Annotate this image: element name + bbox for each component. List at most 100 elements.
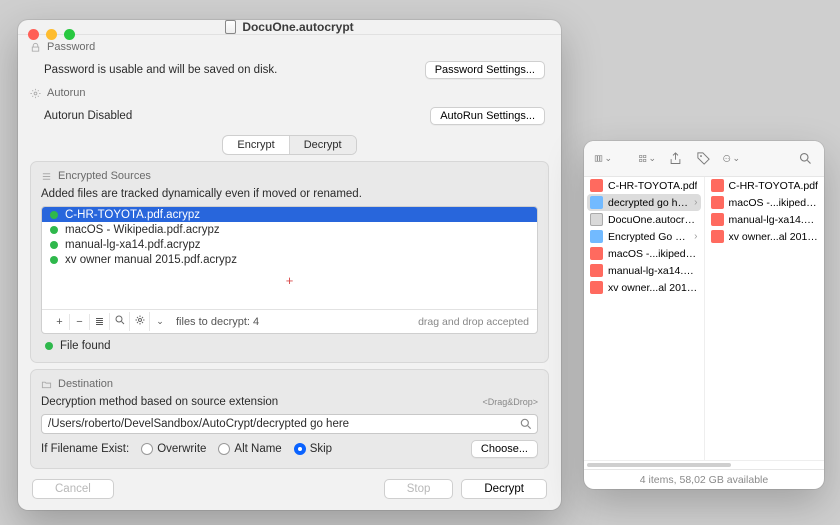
destination-label: Destination bbox=[41, 378, 538, 390]
finder-column-2[interactable]: C-HR-TOYOTA.pdfmacOS -...ikipedia.pdfman… bbox=[705, 177, 825, 460]
columns-icon bbox=[594, 151, 603, 166]
pdf-icon bbox=[590, 264, 603, 277]
finder-item[interactable]: manual-lg-xa14.pdf bbox=[584, 262, 704, 279]
mode-segmented-control[interactable]: Encrypt Decrypt bbox=[222, 135, 356, 155]
autorun-status: Autorun Disabled bbox=[44, 110, 132, 122]
pdf-icon bbox=[711, 230, 724, 243]
password-status: Password is usable and will be saved on … bbox=[44, 64, 277, 76]
finder-item[interactable]: C-HR-TOYOTA.pdf bbox=[705, 177, 825, 194]
cancel-button[interactable]: Cancel bbox=[32, 479, 114, 499]
gear-icon bbox=[134, 314, 146, 326]
grid-icon bbox=[638, 151, 647, 166]
horizontal-scrollbar[interactable] bbox=[584, 460, 824, 469]
status-dot-icon bbox=[50, 226, 58, 234]
dnd-hint: drag and drop accepted bbox=[418, 316, 529, 328]
minimize-window-button[interactable] bbox=[46, 29, 57, 40]
file-row[interactable]: C-HR-TOYOTA.pdf.acrypz bbox=[42, 207, 537, 222]
sources-label: Encrypted Sources bbox=[41, 170, 538, 182]
stop-button[interactable]: Stop bbox=[384, 479, 454, 499]
autorun-settings-button[interactable]: AutoRun Settings... bbox=[430, 107, 545, 125]
finder-item[interactable]: macOS -...ikipedia.pdf bbox=[584, 245, 704, 262]
file-count-label: files to decrypt: 4 bbox=[176, 316, 259, 328]
tab-encrypt[interactable]: Encrypt bbox=[223, 136, 288, 154]
gear-icon bbox=[30, 88, 41, 99]
folder-icon bbox=[41, 379, 52, 390]
file-found-label: File found bbox=[60, 340, 111, 352]
status-dot-icon bbox=[50, 256, 58, 264]
overwrite-radio[interactable]: Overwrite bbox=[141, 443, 206, 455]
finder-item[interactable]: decrypted go here› bbox=[587, 194, 701, 211]
status-dot-icon bbox=[45, 342, 53, 350]
finder-item[interactable]: xv owner...al 2015.pdf bbox=[705, 228, 825, 245]
file-row[interactable]: macOS - Wikipedia.pdf.acrypz bbox=[42, 222, 537, 237]
finder-status-bar: 4 items, 58,02 GB available bbox=[584, 469, 824, 489]
add-placeholder-icon: + bbox=[42, 267, 537, 290]
file-row[interactable]: manual-lg-xa14.pdf.acrypz bbox=[42, 237, 537, 252]
pdf-icon bbox=[590, 247, 603, 260]
status-dot-icon bbox=[50, 241, 58, 249]
finder-item[interactable]: DocuOne.autocrypt bbox=[584, 211, 704, 228]
columns-view-button[interactable]: ⌄ bbox=[594, 150, 612, 168]
close-window-button[interactable] bbox=[28, 29, 39, 40]
finder-column-1[interactable]: C-HR-TOYOTA.pdfdecrypted go here›DocuOne… bbox=[584, 177, 705, 460]
finder-item[interactable]: xv owner...al 2015.pdf bbox=[584, 279, 704, 296]
autorun-section-label: Autorun bbox=[30, 87, 549, 99]
choose-button[interactable]: Choose... bbox=[471, 440, 538, 458]
titlebar: DocuOne.autocrypt bbox=[18, 20, 561, 35]
file-list[interactable]: C-HR-TOYOTA.pdf.acrypz macOS - Wikipedia… bbox=[41, 206, 538, 334]
chevron-right-icon: › bbox=[694, 231, 697, 242]
add-file-button[interactable]: + bbox=[50, 314, 70, 330]
pdf-icon bbox=[711, 179, 724, 192]
pdf-icon bbox=[711, 196, 724, 209]
finder-item[interactable]: C-HR-TOYOTA.pdf bbox=[584, 177, 704, 194]
document-icon bbox=[225, 20, 236, 34]
file-row[interactable]: xv owner manual 2015.pdf.acrypz bbox=[42, 252, 537, 267]
pdf-icon bbox=[711, 213, 724, 226]
decrypt-button[interactable]: Decrypt bbox=[461, 479, 547, 499]
skip-radio[interactable]: Skip bbox=[294, 443, 332, 455]
search-files-button[interactable] bbox=[110, 312, 130, 331]
folder-icon bbox=[590, 196, 603, 209]
chevron-right-icon: › bbox=[694, 197, 697, 208]
share-button[interactable] bbox=[666, 150, 684, 168]
share-icon bbox=[668, 151, 683, 166]
finder-window: ⌄ ⌄ ⌄ C-HR-TOYOTA.pdfdecrypted go here›D… bbox=[584, 141, 824, 489]
file-list-toolbar: + − ≣ ⌄ files to decrypt: 4 drag and dro… bbox=[42, 309, 537, 333]
finder-item[interactable]: macOS -...ikipedia.pdf bbox=[705, 194, 825, 211]
pdf-icon bbox=[590, 179, 603, 192]
pdf-icon bbox=[590, 281, 603, 294]
zoom-window-button[interactable] bbox=[64, 29, 75, 40]
file-icon bbox=[590, 213, 603, 226]
actions-button[interactable]: ⌄ bbox=[722, 150, 740, 168]
folder-icon bbox=[590, 230, 603, 243]
search-icon bbox=[798, 151, 813, 166]
tag-icon bbox=[696, 151, 711, 166]
list-icon bbox=[41, 171, 52, 182]
tab-decrypt[interactable]: Decrypt bbox=[289, 136, 356, 154]
finder-toolbar: ⌄ ⌄ ⌄ bbox=[584, 141, 824, 177]
remove-file-button[interactable]: − bbox=[70, 314, 90, 330]
search-icon[interactable] bbox=[519, 417, 533, 431]
password-settings-button[interactable]: Password Settings... bbox=[425, 61, 545, 79]
sources-note: Added files are tracked dynamically even… bbox=[41, 188, 538, 200]
settings-menu-button[interactable] bbox=[130, 312, 150, 331]
lock-icon bbox=[30, 42, 41, 53]
more-icon bbox=[722, 151, 731, 166]
destination-path-field[interactable]: /Users/roberto/DevelSandbox/AutoCrypt/de… bbox=[41, 414, 538, 434]
sources-panel: Encrypted Sources Added files are tracke… bbox=[30, 161, 549, 363]
group-button[interactable]: ⌄ bbox=[638, 150, 656, 168]
finder-item[interactable]: manual-lg-xa14.pdf bbox=[705, 211, 825, 228]
decryption-method-label: Decryption method based on source extens… bbox=[41, 396, 278, 408]
if-exist-label: If Filename Exist: bbox=[41, 443, 129, 455]
destination-panel: Destination Decryption method based on s… bbox=[30, 369, 549, 469]
tags-button[interactable] bbox=[694, 150, 712, 168]
altname-radio[interactable]: Alt Name bbox=[218, 443, 281, 455]
finder-search-button[interactable] bbox=[796, 150, 814, 168]
finder-item[interactable]: Encrypted Go Here› bbox=[584, 228, 704, 245]
drag-drop-hint: <Drag&Drop> bbox=[482, 397, 538, 407]
window-title: DocuOne.autocrypt bbox=[242, 20, 353, 34]
dropdown-button[interactable]: ⌄ bbox=[150, 314, 170, 329]
password-section-label: Password bbox=[30, 41, 549, 53]
list-menu-button[interactable]: ≣ bbox=[90, 313, 110, 330]
search-icon bbox=[114, 314, 126, 326]
